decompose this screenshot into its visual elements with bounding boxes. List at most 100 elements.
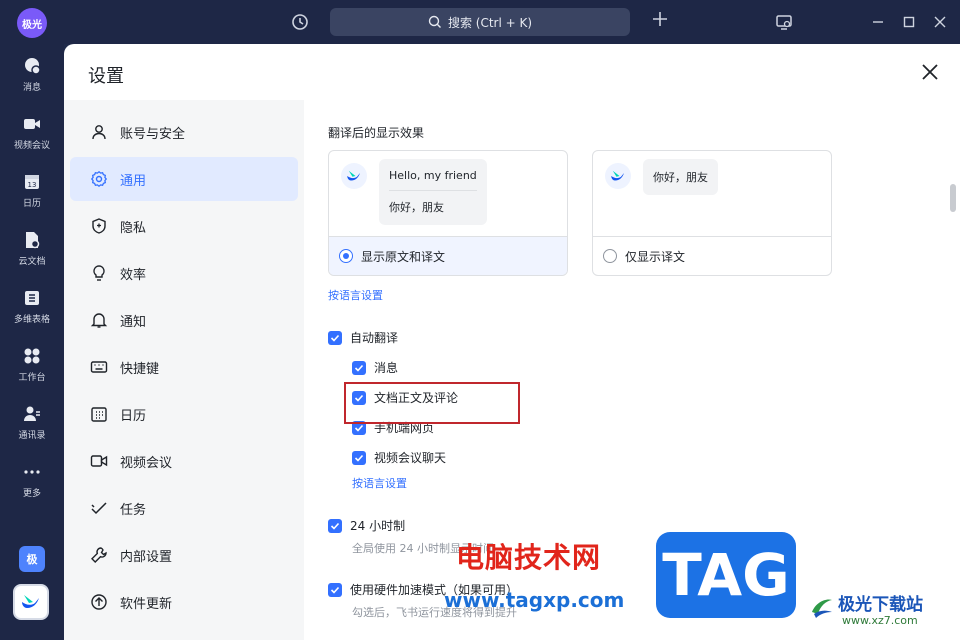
rail-item-contacts[interactable]: 通讯录 [0, 396, 64, 448]
language-settings-link-2[interactable]: 按语言设置 [352, 475, 407, 491]
search-bar[interactable]: 搜索 (Ctrl + K) [330, 8, 630, 36]
bulb-icon [93, 265, 105, 281]
rail-label: 消息 [22, 82, 41, 93]
rail-item-messages[interactable]: 消息 [0, 48, 64, 100]
video-camera-icon [24, 118, 40, 129]
nav-item-tasks[interactable]: 任务 [70, 486, 298, 530]
watermark-tag-logo: TAG [656, 532, 796, 618]
checkbox-checked[interactable] [352, 450, 366, 465]
nav-item-notification[interactable]: 通知 [70, 298, 298, 342]
scrollbar-thumb[interactable] [950, 184, 956, 212]
watermark-site: 极光下载站 www.xz7.com [808, 590, 958, 638]
checkbox-checked[interactable] [328, 518, 342, 533]
nav-item-account[interactable]: 账号与安全 [70, 110, 298, 154]
display-option-both-card[interactable]: Hello, my friend 你好，朋友 显示原文和译文 [328, 150, 568, 276]
nav-item-privacy[interactable]: 隐私 [70, 204, 298, 248]
minimize-button[interactable] [866, 10, 890, 34]
translate-messages-checkbox[interactable]: 消息 [352, 359, 398, 376]
display-option-translation-card[interactable]: 你好，朋友 仅显示译文 [592, 150, 832, 276]
translate-docs-checkbox[interactable]: 文档正文及评论 [352, 389, 458, 406]
plus-icon [653, 12, 667, 26]
rail-item-workplace[interactable]: 工作台 [0, 338, 64, 390]
ji-app-button[interactable]: 极 [19, 546, 45, 572]
user-avatar[interactable]: 极光 [17, 8, 47, 38]
nav-label: 通知 [120, 314, 147, 330]
more-dots-icon [24, 469, 40, 474]
rail-item-more[interactable]: 更多 [0, 454, 64, 506]
watermark-cn-text: 电脑技术网 [456, 541, 602, 574]
checkbox-checked[interactable] [352, 390, 366, 405]
nav-item-internal[interactable]: 内部设置 [70, 533, 298, 577]
screen-share-button[interactable] [772, 10, 796, 34]
maximize-icon [903, 16, 915, 28]
keyboard-icon [90, 361, 108, 373]
radio-show-translation[interactable]: 仅显示译文 [593, 236, 831, 275]
feishu-bird-icon [611, 170, 624, 181]
maximize-button[interactable] [897, 10, 921, 34]
watermark-site-name: 极光下载站 [838, 595, 923, 615]
check-icon [330, 522, 340, 530]
dialog-close-button[interactable] [919, 61, 941, 83]
close-window-button[interactable] [928, 10, 952, 34]
rail-label: 更多 [22, 488, 41, 499]
nav-label: 通用 [120, 173, 147, 189]
bot-avatar [341, 163, 367, 189]
bot-avatar [605, 163, 631, 189]
rail-item-calendar[interactable]: 13 日历 [0, 164, 64, 216]
rail-label: 视频会议 [13, 140, 50, 151]
nav-item-efficiency[interactable]: 效率 [70, 251, 298, 295]
base-table-icon [25, 290, 39, 305]
radio-show-both[interactable]: 显示原文和译文 [329, 236, 567, 275]
translate-meeting-chat-checkbox[interactable]: 视频会议聊天 [352, 449, 446, 466]
nav-label: 日历 [120, 408, 147, 424]
nav-label: 视频会议 [120, 455, 173, 471]
settings-nav: 账号与安全 通用 隐私 效率 通知 快捷键 日历 视频会议 任务 内部设置 软件… [64, 100, 304, 640]
translated-text: 你好，朋友 [653, 171, 708, 184]
nav-label: 软件更新 [120, 596, 173, 612]
nav-item-shortcuts[interactable]: 快捷键 [70, 345, 298, 389]
shield-icon [92, 218, 106, 234]
rail-item-video[interactable]: 视频会议 [0, 106, 64, 158]
history-button[interactable] [288, 10, 312, 34]
checkbox-checked[interactable] [352, 360, 366, 375]
rail-item-base[interactable]: 多维表格 [0, 280, 64, 332]
message-bubble: 你好，朋友 [643, 159, 718, 195]
check-icon [330, 586, 340, 594]
message-bubble: Hello, my friend 你好，朋友 [379, 159, 487, 225]
nav-item-update[interactable]: 软件更新 [70, 580, 298, 624]
gear-icon [90, 170, 108, 188]
auto-translate-checkbox[interactable]: 自动翻译 [328, 329, 398, 346]
rail-label: 工作台 [18, 372, 46, 383]
nav-item-calendar[interactable]: 日历 [70, 392, 298, 436]
add-button[interactable] [648, 10, 672, 34]
screen-search-icon [776, 15, 792, 30]
feishu-bird-icon [22, 595, 39, 608]
aurora-logo-icon [812, 599, 832, 618]
language-settings-link[interactable]: 按语言设置 [328, 287, 383, 303]
chat-bubble-icon [25, 57, 41, 75]
radio-dot[interactable] [339, 249, 353, 263]
checkbox-checked[interactable] [328, 582, 342, 597]
nav-label: 内部设置 [120, 549, 173, 565]
task-check-icon [91, 502, 107, 515]
nav-item-general[interactable]: 通用 [70, 157, 298, 201]
history-clock-icon [292, 14, 308, 30]
check-icon [330, 334, 340, 342]
radio-dot[interactable] [603, 249, 617, 263]
checkbox-checked[interactable] [328, 330, 342, 345]
watermark-url: www.tagxp.com [444, 588, 625, 612]
24-hour-checkbox[interactable]: 24 小时制 [328, 517, 405, 534]
checkbox-label: 文档正文及评论 [374, 391, 459, 405]
checkbox-checked[interactable] [352, 420, 366, 435]
display-effect-title: 翻译后的显示效果 [328, 126, 425, 140]
checkbox-label: 24 小时制 [350, 519, 406, 533]
radio-label: 显示原文和译文 [361, 249, 446, 264]
close-icon [922, 64, 938, 80]
app-rail: 消息 视频会议 13 日历 云文档 多维表格 工作台 通讯录 更多 极 [0, 44, 64, 640]
rail-item-docs[interactable]: 云文档 [0, 222, 64, 274]
feishu-logo[interactable] [13, 584, 49, 620]
translate-mobile-web-checkbox[interactable]: 手机端网页 [352, 419, 434, 436]
checkbox-label: 自动翻译 [350, 331, 399, 345]
nav-label: 隐私 [120, 220, 147, 236]
nav-item-video-meeting[interactable]: 视频会议 [70, 439, 298, 483]
